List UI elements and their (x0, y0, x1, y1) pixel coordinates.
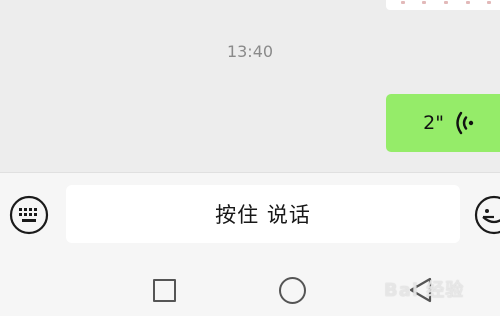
indicator-dot (443, 0, 448, 4)
indicator-dot (400, 0, 405, 4)
indicator-dot (487, 0, 492, 4)
voice-wave-icon (456, 111, 474, 135)
indicator-dot (422, 0, 427, 4)
square-icon[interactable] (153, 279, 176, 302)
hold-to-talk-button[interactable]: 按住 说话 (66, 185, 460, 243)
circle-icon[interactable] (279, 277, 306, 304)
message-timestamp: 13:40 (226, 42, 274, 61)
keyboard-icon[interactable] (9, 195, 49, 235)
input-bar: 按住 说话 (0, 172, 500, 256)
chat-area: 13:40 2" (0, 0, 500, 172)
watermark: Bai 经验 (384, 280, 465, 301)
indicator-dot (465, 0, 470, 4)
emoji-icon[interactable] (474, 195, 500, 235)
partial-message-bubble[interactable] (386, 0, 500, 10)
voice-message-bubble[interactable]: 2" (386, 94, 500, 152)
voice-duration: 2" (423, 112, 444, 134)
